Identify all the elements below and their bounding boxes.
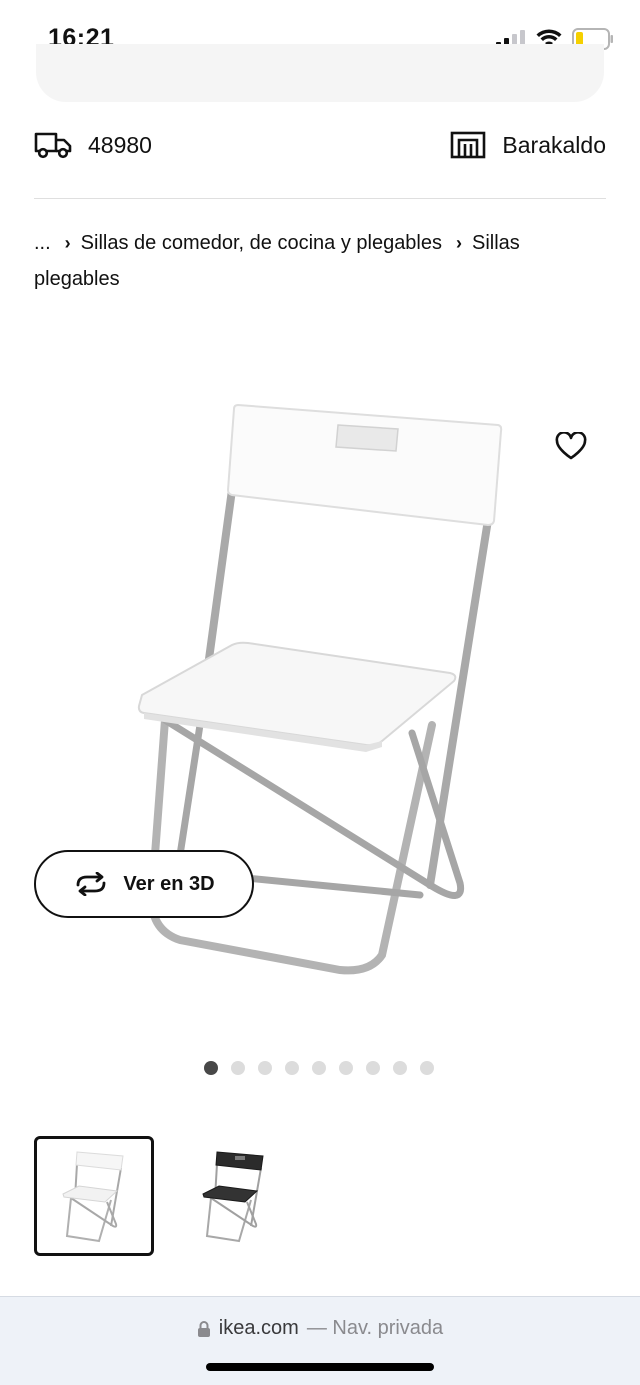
location-row: 48980 Barakaldo: [34, 130, 606, 176]
lock-icon: [197, 1320, 210, 1337]
carousel-dot[interactable]: [420, 1061, 434, 1075]
chevron-right-icon: ›: [456, 233, 462, 253]
url-domain: ikea.com: [218, 1317, 299, 1339]
carousel-dots: [204, 1061, 434, 1075]
heart-icon: [555, 432, 587, 460]
white-chair-thumbnail: [62, 1151, 124, 1243]
carousel-dot[interactable]: [393, 1061, 407, 1075]
view-3d-button[interactable]: Ver en 3D: [34, 850, 254, 918]
browser-bottom-bar: ikea.com — Nav. privada: [0, 1296, 640, 1385]
carousel-dot[interactable]: [285, 1061, 299, 1075]
carousel-dot[interactable]: [231, 1061, 245, 1075]
carousel-dot[interactable]: [312, 1061, 326, 1075]
breadcrumb-item-dining-chairs[interactable]: Sillas de comedor, de cocina y plegables: [81, 232, 442, 254]
delivery-postal-code[interactable]: 48980: [34, 130, 152, 160]
search-bar[interactable]: [36, 44, 604, 102]
divider: [34, 198, 606, 199]
rotate-3d-icon: [77, 872, 106, 896]
private-browsing-label: — Nav. privada: [306, 1317, 444, 1339]
postal-code-text: 48980: [88, 131, 152, 158]
store-icon: [451, 131, 486, 159]
black-chair-thumbnail: [202, 1151, 264, 1243]
carousel-dot[interactable]: [339, 1061, 353, 1075]
variant-thumbnails: [34, 1136, 294, 1256]
carousel-dot[interactable]: [366, 1061, 380, 1075]
variant-thumbnail-black[interactable]: [174, 1136, 294, 1256]
chevron-right-icon: ›: [64, 233, 71, 253]
store-name-text: Barakaldo: [502, 131, 606, 158]
view-3d-label: Ver en 3D: [123, 872, 215, 895]
selected-store[interactable]: Barakaldo: [450, 130, 606, 160]
variant-thumbnail-white[interactable]: [34, 1136, 154, 1256]
breadcrumb-ellipsis[interactable]: ...: [34, 232, 51, 254]
breadcrumb: ... › Sillas de comedor, de cocina y plega…: [34, 225, 606, 297]
favorite-button[interactable]: [548, 426, 594, 466]
product-image[interactable]: [120, 395, 520, 1025]
address-bar[interactable]: ikea.com — Nav. privada: [0, 1317, 640, 1340]
carousel-dot[interactable]: [258, 1061, 272, 1075]
home-indicator: [206, 1363, 434, 1371]
carousel-dot[interactable]: [204, 1061, 218, 1075]
truck-icon: [34, 132, 72, 159]
